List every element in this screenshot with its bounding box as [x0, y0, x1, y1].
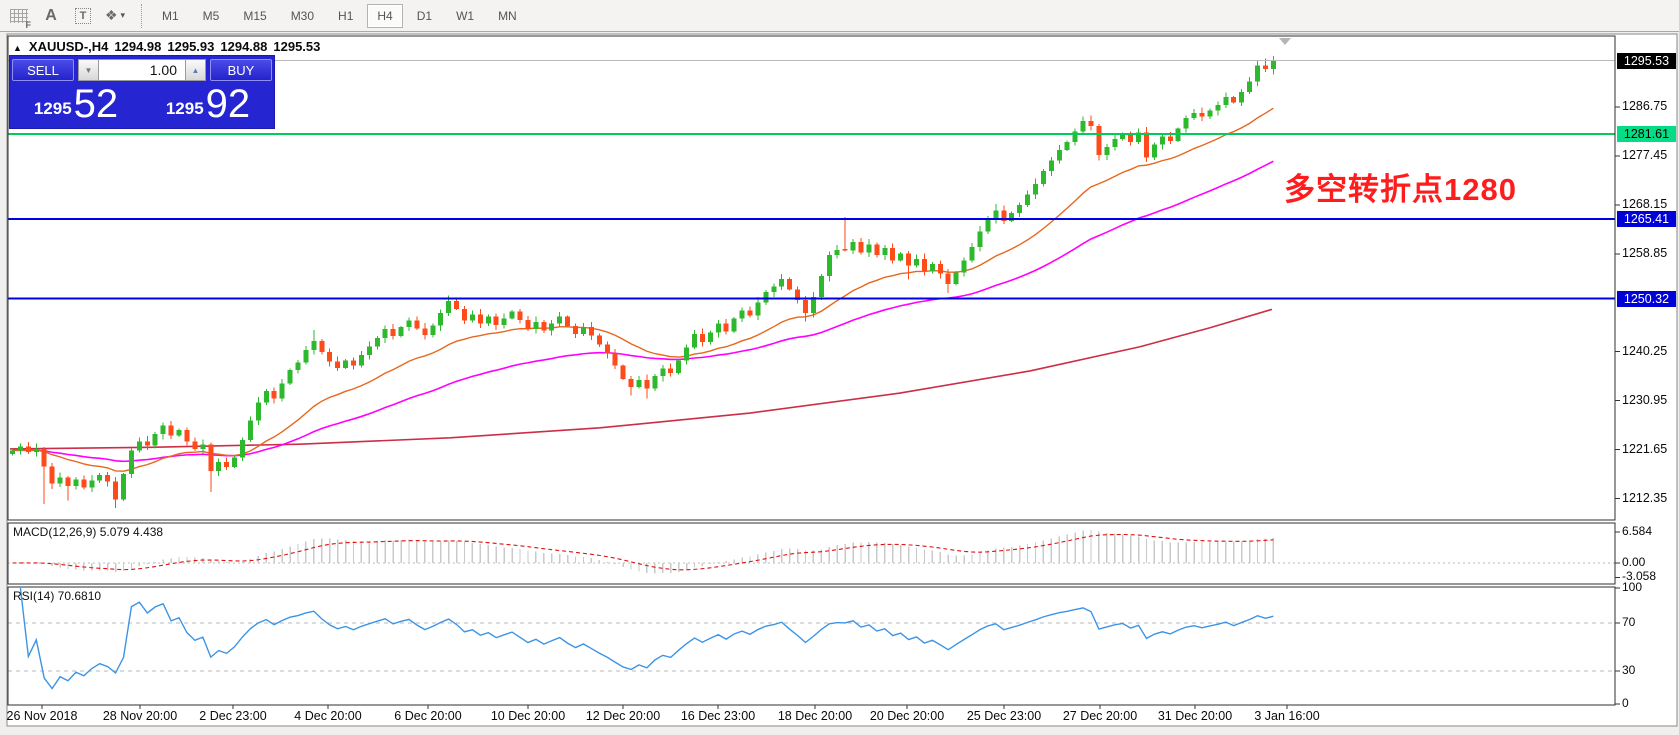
- price-axis-tick: 1230.95: [1622, 393, 1667, 407]
- time-axis-label: 27 Dec 20:00: [1063, 709, 1137, 723]
- timeframe-mn[interactable]: MN: [488, 4, 527, 28]
- quote-header: ▲ XAUUSD-,H4 1294.98 1295.93 1294.88 1295.53: [13, 39, 326, 54]
- current-price-badge: 1295.53: [1617, 53, 1676, 69]
- time-axis-label: 6 Dec 20:00: [394, 709, 461, 723]
- symbol-period-label: XAUUSD-,H4: [29, 39, 108, 54]
- macd-axis-tick: 0.00: [1622, 555, 1645, 569]
- volume-decrease-button[interactable]: ▼: [78, 59, 99, 81]
- macd-axis-tick: 6.584: [1622, 524, 1652, 538]
- cycle-lines-icon[interactable]: ❖ ▾: [102, 3, 128, 29]
- time-axis-label: 3 Jan 16:00: [1254, 709, 1319, 723]
- open-value: 1294.98: [114, 39, 161, 54]
- time-axis-label: 20 Dec 20:00: [870, 709, 944, 723]
- time-axis-label: 12 Dec 20:00: [586, 709, 660, 723]
- sell-price-big-figure: 1295: [34, 94, 72, 124]
- toolbar-separator: [141, 4, 142, 28]
- toolbar: F A T ❖ ▾ M1M5M15M30H1H4D1W1MN: [0, 0, 1679, 32]
- sell-price[interactable]: 1295 52: [10, 82, 142, 126]
- one-click-trading-panel: SELL ▼ 1.00 ▲ BUY 1295 52 1295 92: [10, 56, 274, 128]
- price-axis-tick: 1221.65: [1622, 442, 1667, 456]
- buy-price-pips: 92: [206, 84, 251, 124]
- time-axis-label: 10 Dec 20:00: [491, 709, 565, 723]
- timeframe-d1[interactable]: D1: [407, 4, 442, 28]
- timeframe-m15[interactable]: M15: [233, 4, 276, 28]
- price-axis-tick: 1286.75: [1622, 99, 1667, 113]
- timeframe-h1[interactable]: H1: [328, 4, 363, 28]
- sell-button[interactable]: SELL: [12, 59, 74, 81]
- rsi-axis-tick: 100: [1622, 580, 1642, 594]
- volume-increase-button[interactable]: ▲: [185, 59, 206, 81]
- timeframe-m5[interactable]: M5: [193, 4, 230, 28]
- buy-price[interactable]: 1295 92: [142, 82, 274, 126]
- sell-price-pips: 52: [74, 84, 119, 124]
- price-axis-tick: 1268.15: [1622, 197, 1667, 211]
- time-axis-label: 26 Nov 2018: [7, 709, 78, 723]
- time-axis-label: 25 Dec 23:00: [967, 709, 1041, 723]
- text-object-icon[interactable]: T: [70, 3, 96, 29]
- terminal-window: F A T ❖ ▾ M1M5M15M30H1H4D1W1MN ▲ XAUUSD-,…: [0, 0, 1679, 735]
- time-axis-label: 4 Dec 20:00: [294, 709, 361, 723]
- buy-button[interactable]: BUY: [210, 59, 272, 81]
- period-separators-grid-icon[interactable]: F: [6, 3, 32, 29]
- price-axis-tick: 1240.25: [1622, 344, 1667, 358]
- rsi-axis-tick: 0: [1622, 696, 1629, 710]
- price-axis-tick: 1258.85: [1622, 246, 1667, 260]
- time-axis-label: 18 Dec 20:00: [778, 709, 852, 723]
- rsi-indicator-label: RSI(14) 70.6810: [13, 589, 101, 603]
- hline-price-badge: 1281.61: [1617, 126, 1676, 142]
- timeframe-m1[interactable]: M1: [152, 4, 189, 28]
- time-axis-label: 31 Dec 20:00: [1158, 709, 1232, 723]
- collapse-trade-panel-icon[interactable]: ▲: [13, 43, 22, 53]
- buy-price-big-figure: 1295: [166, 94, 204, 124]
- timeframe-m30[interactable]: M30: [281, 4, 324, 28]
- low-value: 1294.88: [220, 39, 267, 54]
- rsi-axis-tick: 70: [1622, 615, 1635, 629]
- macd-indicator-label: MACD(12,26,9) 5.079 4.438: [13, 525, 163, 539]
- price-axis-tick: 1277.45: [1622, 148, 1667, 162]
- close-value: 1295.53: [273, 39, 320, 54]
- hline-price-badge: 1250.32: [1617, 291, 1676, 307]
- chart-text-annotation[interactable]: 多空转折点1280: [1284, 164, 1517, 209]
- volume-input[interactable]: 1.00: [99, 59, 185, 81]
- high-value: 1295.93: [167, 39, 214, 54]
- text-label-icon[interactable]: A: [38, 3, 64, 29]
- price-axis-tick: 1212.35: [1622, 491, 1667, 505]
- timeframe-h4[interactable]: H4: [367, 4, 402, 28]
- timeframe-buttons: M1M5M15M30H1H4D1W1MN: [150, 4, 529, 28]
- time-axis-label: 28 Nov 20:00: [103, 709, 177, 723]
- dropdown-caret-icon: ▾: [121, 10, 126, 21]
- timeframe-w1[interactable]: W1: [446, 4, 484, 28]
- time-axis-label: 2 Dec 23:00: [199, 709, 266, 723]
- hline-price-badge: 1265.41: [1617, 211, 1676, 227]
- rsi-axis-tick: 30: [1622, 663, 1635, 677]
- time-axis-label: 16 Dec 23:00: [681, 709, 755, 723]
